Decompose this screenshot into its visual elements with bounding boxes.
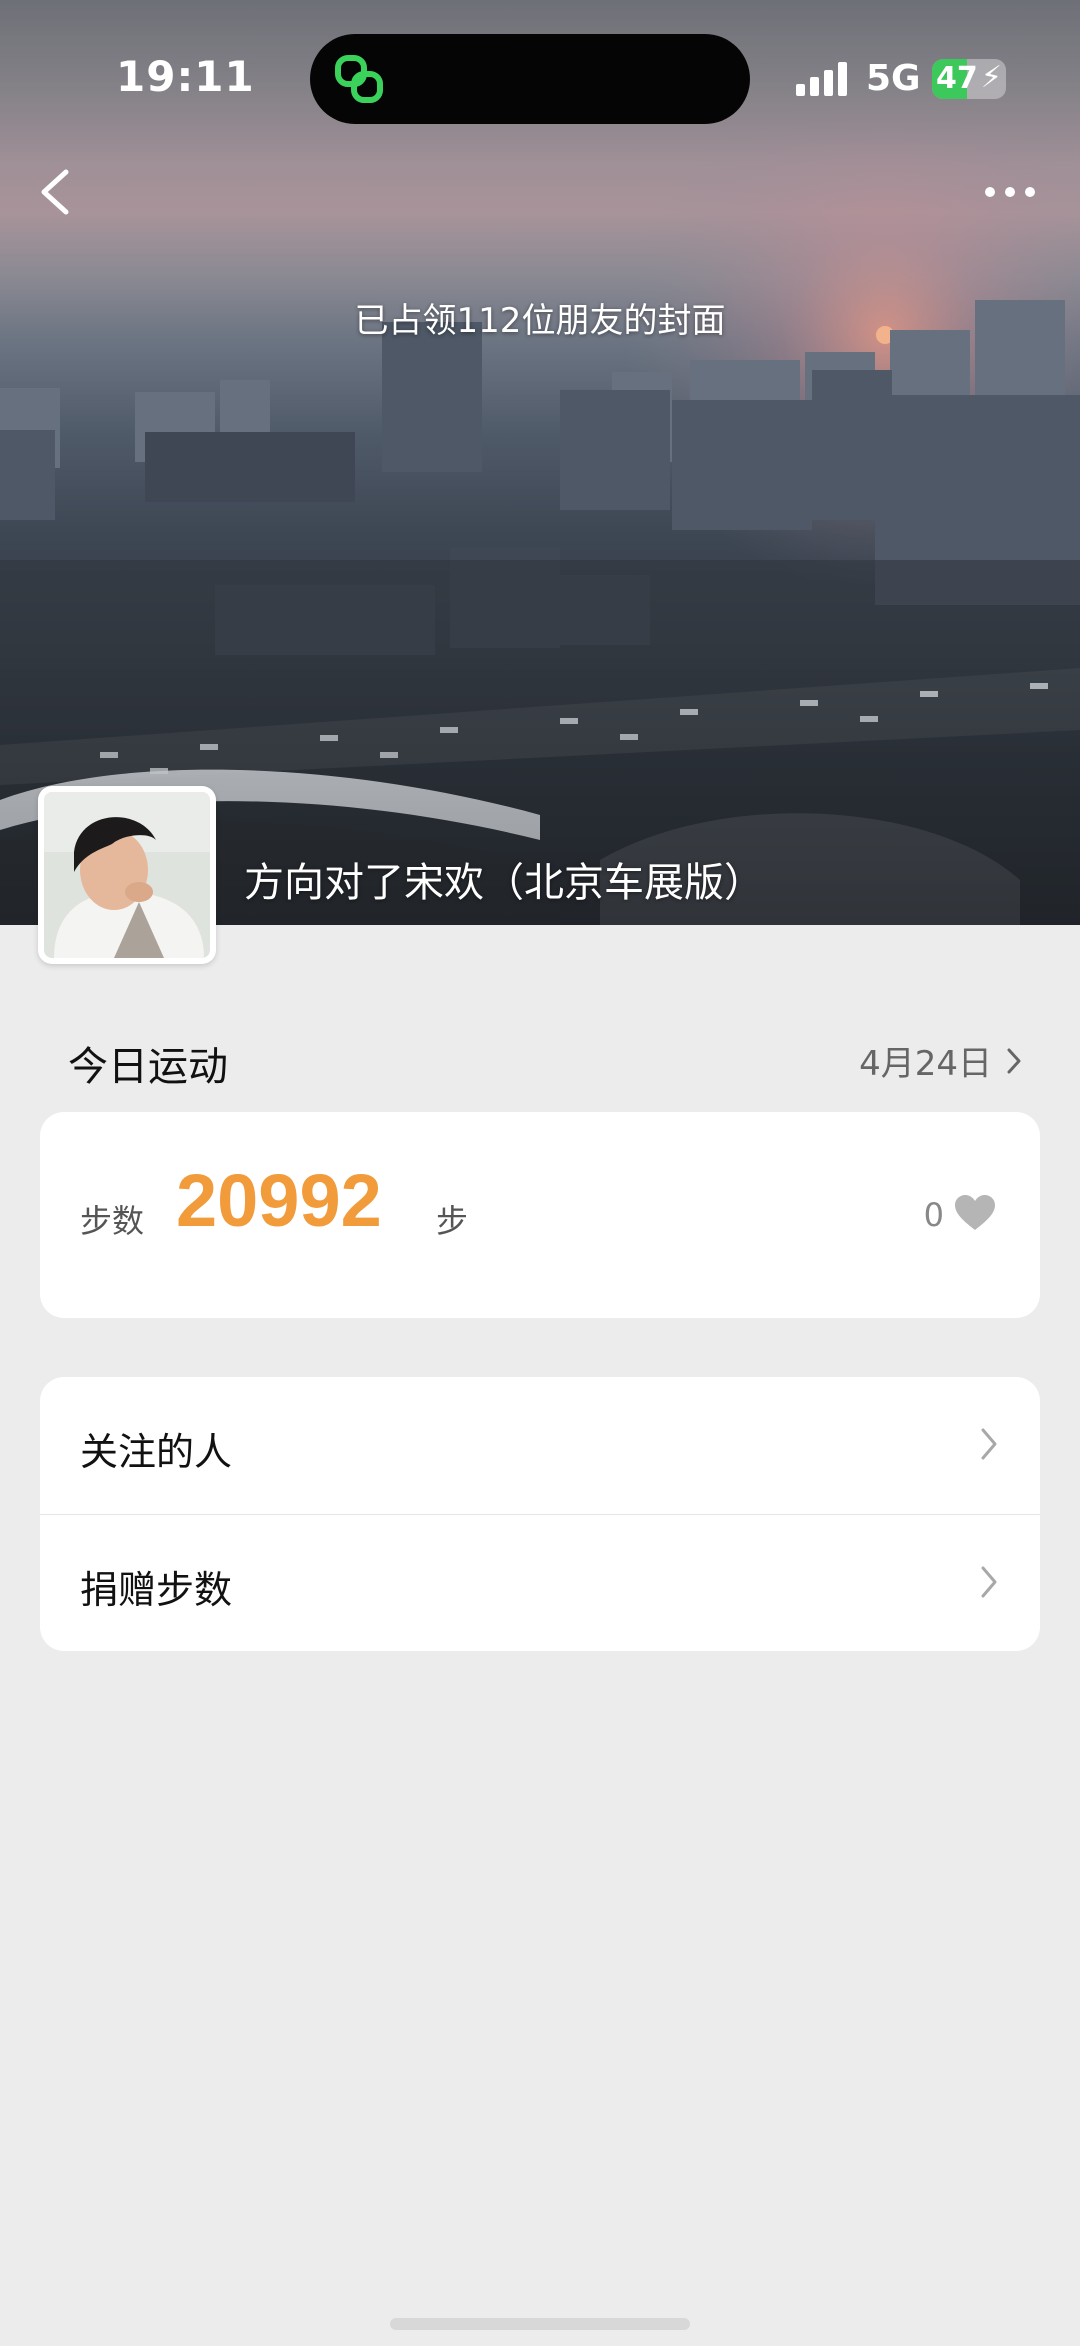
user-avatar: [44, 792, 210, 958]
dynamic-island: [310, 34, 750, 124]
more-dots-icon: [985, 187, 1035, 197]
chevron-right-icon: [981, 1428, 997, 1460]
cover-caption: 已占领112位朋友的封面: [354, 301, 726, 341]
steps-card[interactable]: 步数 20992 步 0: [40, 1112, 1040, 1318]
date-label: 4月24日: [859, 1044, 992, 1084]
battery-level: 47: [936, 61, 978, 96]
avatar[interactable]: [38, 786, 216, 964]
chevron-right-icon: [1007, 1048, 1021, 1073]
chevron-left-icon: [41, 169, 69, 215]
home-indicator[interactable]: [390, 2318, 690, 2330]
battery-indicator: 47 ⚡: [932, 59, 1006, 99]
more-button[interactable]: [980, 170, 1040, 214]
charging-bolt-icon: ⚡: [980, 60, 1002, 95]
back-button[interactable]: [30, 164, 80, 220]
menu-item-donate-steps[interactable]: 捐赠步数: [40, 1514, 1040, 1651]
date-selector[interactable]: 4月24日: [859, 1036, 1022, 1085]
linked-rings-icon: [335, 55, 383, 103]
network-type: 5G: [866, 58, 921, 99]
menu-item-label: 关注的人: [80, 1430, 233, 1474]
menu-item-following[interactable]: 关注的人: [40, 1377, 1040, 1514]
menu-item-label: 捐赠步数: [80, 1568, 233, 1612]
today-exercise-title: 今日运动: [68, 1044, 228, 1090]
status-time: 19:11: [116, 52, 255, 101]
heart-icon[interactable]: [954, 1194, 996, 1232]
steps-value: 20992: [176, 1159, 382, 1242]
steps-label: 步数: [80, 1202, 145, 1240]
steps-unit: 步: [436, 1202, 469, 1240]
user-nickname: 方向对了宋欢（北京车展版）: [244, 860, 764, 906]
menu-card: 关注的人 捐赠步数: [40, 1377, 1040, 1651]
signal-icon: [796, 62, 847, 96]
chevron-right-icon: [981, 1566, 997, 1598]
like-count: 0: [923, 1196, 944, 1234]
